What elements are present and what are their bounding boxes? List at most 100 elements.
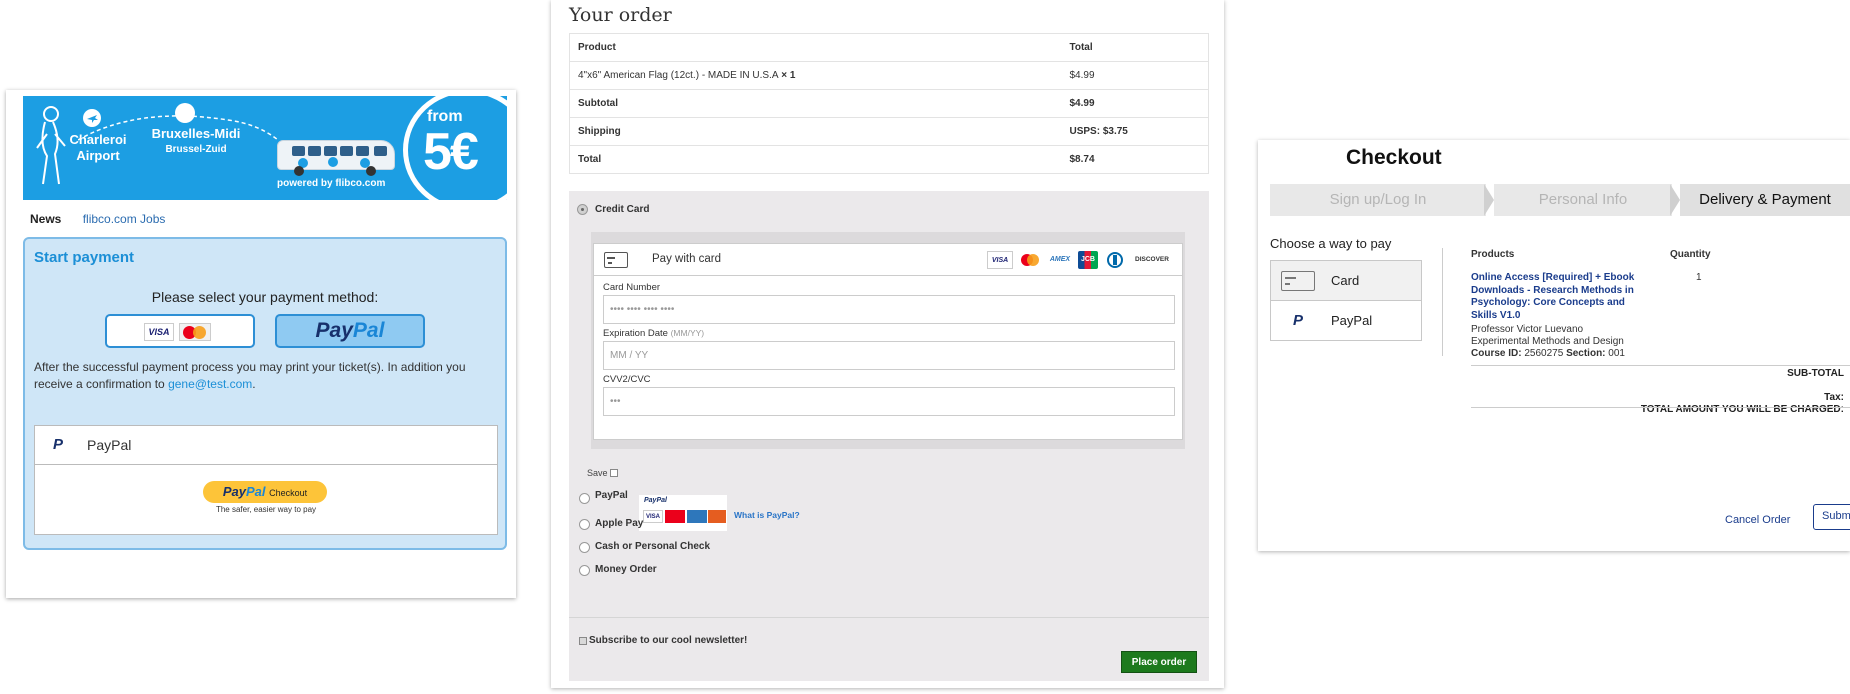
flibco-payment-panel: Charleroi Airport Bruxelles-Midi Brussel… <box>6 90 516 598</box>
origin-city: Charleroi Airport <box>69 132 127 163</box>
place-order-button[interactable]: Place order <box>1121 651 1197 673</box>
course-quantity: 1 <box>1696 272 1702 283</box>
shipping-value: USPS: $3.75 <box>1061 117 1209 146</box>
newsletter-checkbox[interactable] <box>579 637 587 645</box>
expiry-input[interactable] <box>603 341 1175 370</box>
product-total: $4.99 <box>1061 61 1209 90</box>
subtotal-label: Subtotal <box>569 89 1062 118</box>
submit-button[interactable]: Subm <box>1813 504 1850 530</box>
total-charged-label: TOTAL AMOUNT YOU WILL BE CHARGED: <box>1640 404 1844 415</box>
paypal-radio[interactable] <box>579 493 590 504</box>
cancel-order-link[interactable]: Cancel Order <box>1725 514 1790 526</box>
paypal-pal-text: Pal <box>352 319 385 342</box>
save-checkbox[interactable] <box>609 469 618 477</box>
pay-option-paypal-label: PayPal <box>1331 313 1373 328</box>
pay-option-card-label: Card <box>1331 273 1360 288</box>
step-delivery-payment[interactable]: Delivery & Payment <box>1680 184 1850 216</box>
table-row: Subtotal $4.99 <box>569 89 1209 118</box>
start-payment-title: Start payment <box>34 249 135 266</box>
paypal-icon: P <box>53 436 64 453</box>
pay-option-card[interactable]: Card <box>1270 260 1422 301</box>
paypal-label[interactable]: PayPal <box>595 490 628 501</box>
checkout-steps: Sign up/Log In Personal Info Delivery & … <box>1270 184 1850 216</box>
jcb-icon: JCB <box>1078 251 1098 269</box>
station-dot-icon <box>175 103 195 123</box>
checkout-panel: Checkout Sign up/Log In Personal Info De… <box>1258 140 1850 551</box>
expiry-label-text: Expiration Date <box>603 328 668 339</box>
money-order-radio[interactable] <box>579 565 590 576</box>
apple-pay-radio[interactable] <box>579 519 590 530</box>
ppc-pal: Pal <box>245 484 266 499</box>
money-order-label[interactable]: Money Order <box>595 564 657 575</box>
what-is-paypal-link[interactable]: What is PayPal? <box>734 510 800 520</box>
cash-label[interactable]: Cash or Personal Check <box>595 541 710 552</box>
payment-box: Start payment Please select your payment… <box>23 237 507 550</box>
choose-pay-label: Choose a way to pay <box>1270 236 1392 251</box>
step-personal-info[interactable]: Personal Info <box>1494 184 1672 216</box>
airport-icon <box>83 109 101 127</box>
credit-card-icon <box>604 252 628 268</box>
divider <box>1471 365 1850 366</box>
credit-card-radio[interactable] <box>577 204 588 215</box>
tax-label: Tax: <box>1824 392 1844 403</box>
divider <box>1471 407 1850 408</box>
product-name: 4"x6" American Flag (12ct.) - MADE IN U.… <box>578 70 779 81</box>
diners-icon <box>1106 251 1124 269</box>
confirmation-email-link[interactable]: gene@test.com <box>168 377 252 391</box>
nav-jobs[interactable]: flibco.com Jobs <box>83 212 166 226</box>
price-value: 5€ <box>423 123 479 181</box>
cvv-input[interactable] <box>603 387 1175 416</box>
apple-pay-label[interactable]: Apple Pay <box>595 518 643 529</box>
paypal-tagline: The safer, easier way to pay <box>215 505 317 514</box>
checkout-title: Checkout <box>1346 146 1442 169</box>
table-header-row: Product Total <box>569 33 1209 62</box>
discover-icon: DISCOVER <box>1135 256 1169 263</box>
paypal-option-row[interactable]: P PayPal <box>34 425 498 465</box>
paypal-acceptance-mark: PayPal VISA <box>639 495 727 531</box>
credit-card-label[interactable]: Credit Card <box>595 204 649 215</box>
mastercard-mini-icon <box>665 510 685 523</box>
destination-sub: Brussel-Zuid <box>165 144 227 155</box>
nav-news[interactable]: News <box>30 212 61 226</box>
col-quantity: Quantity <box>1670 249 1711 260</box>
cash-radio[interactable] <box>579 542 590 553</box>
card-number-label: Card Number <box>603 282 661 293</box>
card-method-button[interactable]: VISA <box>105 314 255 348</box>
col-total: Total <box>1061 33 1209 62</box>
card-number-input[interactable] <box>603 295 1175 324</box>
course-professor: Professor Victor Luevano <box>1471 324 1584 335</box>
col-products: Products <box>1471 249 1515 260</box>
paypal-logo: PayPal <box>644 497 667 504</box>
top-nav: News flibco.com Jobs <box>30 212 165 226</box>
total-label: Total <box>569 145 1062 174</box>
pay-with-card-header: Pay with card VISA AMEX JCB DISCOVER <box>593 243 1183 276</box>
newsletter-label[interactable]: Subscribe to our cool newsletter! <box>589 635 747 646</box>
order-table: Product Total 4"x6" American Flag (12ct.… <box>569 33 1209 174</box>
after-payment-text: After the successful payment process you… <box>34 359 500 393</box>
paypal-method-button[interactable]: PayPal <box>275 314 425 348</box>
amex-mini-icon <box>687 510 707 523</box>
discover-mini-icon <box>708 510 726 523</box>
paypal-checkout-button[interactable]: PayPal Checkout <box>203 481 327 503</box>
amex-icon: AMEX <box>1049 256 1071 263</box>
subtotal-label: SUB-TOTAL <box>1787 368 1844 379</box>
step-chevron-icon <box>1484 184 1494 216</box>
course-title-link[interactable]: Online Access [Required] + Ebook Downloa… <box>1471 272 1641 322</box>
bus-icon <box>277 140 395 176</box>
mastercard-icon <box>1019 251 1041 269</box>
pay-option-paypal[interactable]: P PayPal <box>1270 300 1422 341</box>
expiry-label: Expiration Date (MM/YY) <box>603 328 704 339</box>
save-card[interactable]: Save <box>587 468 618 478</box>
payment-methods: Credit Card Pay with card VISA AMEX JCB … <box>569 191 1209 681</box>
ppc-checkout: Checkout <box>269 488 308 498</box>
paypal-icon: P <box>1293 312 1304 329</box>
section-label: Section: <box>1566 348 1606 359</box>
visa-icon: VISA <box>144 323 174 341</box>
table-row: Total $8.74 <box>569 145 1209 174</box>
step-signup[interactable]: Sign up/Log In <box>1270 184 1486 216</box>
visa-mini-icon: VISA <box>643 510 663 523</box>
divider <box>569 617 1209 618</box>
col-product: Product <box>569 33 1062 62</box>
table-row: Shipping USPS: $3.75 <box>569 117 1209 146</box>
divider <box>1442 248 1443 356</box>
